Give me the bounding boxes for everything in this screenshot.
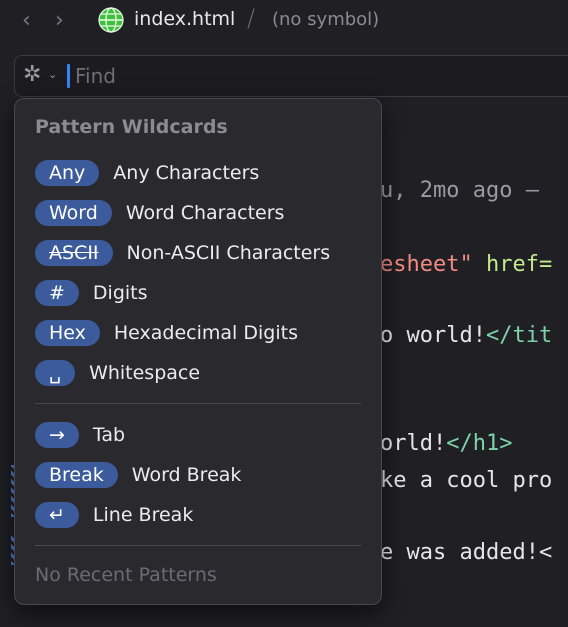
editor-header: ‹ › index.html / (no symbol) [0, 0, 568, 42]
code-line: orld!</h1> [380, 431, 512, 456]
code-attribute: href= [472, 252, 553, 277]
menu-item-label: Line Break [92, 504, 194, 526]
pattern-wildcards-menu: Pattern Wildcards Any Any Characters Wor… [14, 98, 382, 605]
menu-item-label: Word Break [131, 464, 242, 486]
menu-title: Pattern Wildcards [35, 116, 228, 138]
code-tag: </tit [485, 323, 553, 348]
token-pill: Break [35, 462, 118, 488]
menu-separator [35, 403, 361, 404]
menu-item-label: Hexadecimal Digits [113, 322, 298, 344]
code-string: esheet" [380, 252, 473, 277]
menu-item-label: Whitespace [89, 362, 201, 384]
menu-separator [35, 545, 361, 546]
menu-item-non-ascii[interactable]: ASCII Non-ASCII Characters [35, 239, 330, 267]
menu-item-any[interactable]: Any Any Characters [35, 159, 259, 187]
text-cursor [67, 64, 70, 88]
menu-item-label: Tab [92, 424, 126, 446]
token-pill: Hex [35, 320, 100, 346]
menu-item-label: Digits [92, 282, 148, 304]
token-pill: Word [35, 200, 112, 226]
token-pill: ␣ [35, 360, 76, 386]
find-bar: ✲ ⌄ [14, 55, 568, 97]
breadcrumb-separator: / [247, 4, 256, 32]
blame-annotation: u, 2mo ago – [380, 178, 539, 203]
menu-item-word[interactable]: Word Word Characters [35, 199, 284, 227]
code-line: esheet" href= [380, 252, 552, 277]
menu-item-digits[interactable]: # Digits [35, 279, 148, 307]
back-chevron-icon[interactable]: ‹ [22, 8, 31, 33]
code-line: o world!</tit [380, 323, 552, 348]
menu-item-whitespace[interactable]: ␣ Whitespace [35, 359, 200, 387]
menu-item-hex[interactable]: Hex Hexadecimal Digits [35, 319, 298, 347]
chevron-down-icon[interactable]: ⌄ [48, 68, 57, 81]
symbol-breadcrumb[interactable]: (no symbol) [272, 9, 379, 30]
code-text: orld! [380, 431, 447, 456]
code-text: o world! [380, 323, 486, 348]
menu-item-label: Word Characters [125, 202, 285, 224]
token-pill: # [35, 280, 79, 306]
token-pill: Any [35, 160, 100, 186]
code-tag: </h1> [446, 431, 513, 456]
file-name[interactable]: index.html [134, 8, 235, 30]
token-pill: → [35, 422, 79, 448]
find-input[interactable] [73, 61, 557, 91]
menu-item-word-break[interactable]: Break Word Break [35, 461, 241, 489]
menu-item-tab[interactable]: → Tab [35, 421, 125, 449]
token-pill: ASCII [35, 240, 113, 266]
menu-item-label: Any Characters [113, 162, 260, 184]
code-line: ke a cool pro [380, 468, 553, 493]
globe-icon [98, 7, 124, 33]
code-line: e was added!< [380, 540, 553, 565]
asterisk-icon[interactable]: ✲ [23, 62, 41, 87]
menu-item-line-break[interactable]: ↵ Line Break [35, 501, 193, 529]
recent-patterns-empty: No Recent Patterns [35, 564, 217, 586]
menu-item-label: Non-ASCII Characters [126, 242, 331, 264]
forward-chevron-icon[interactable]: › [55, 8, 64, 33]
token-pill: ↵ [35, 502, 79, 528]
